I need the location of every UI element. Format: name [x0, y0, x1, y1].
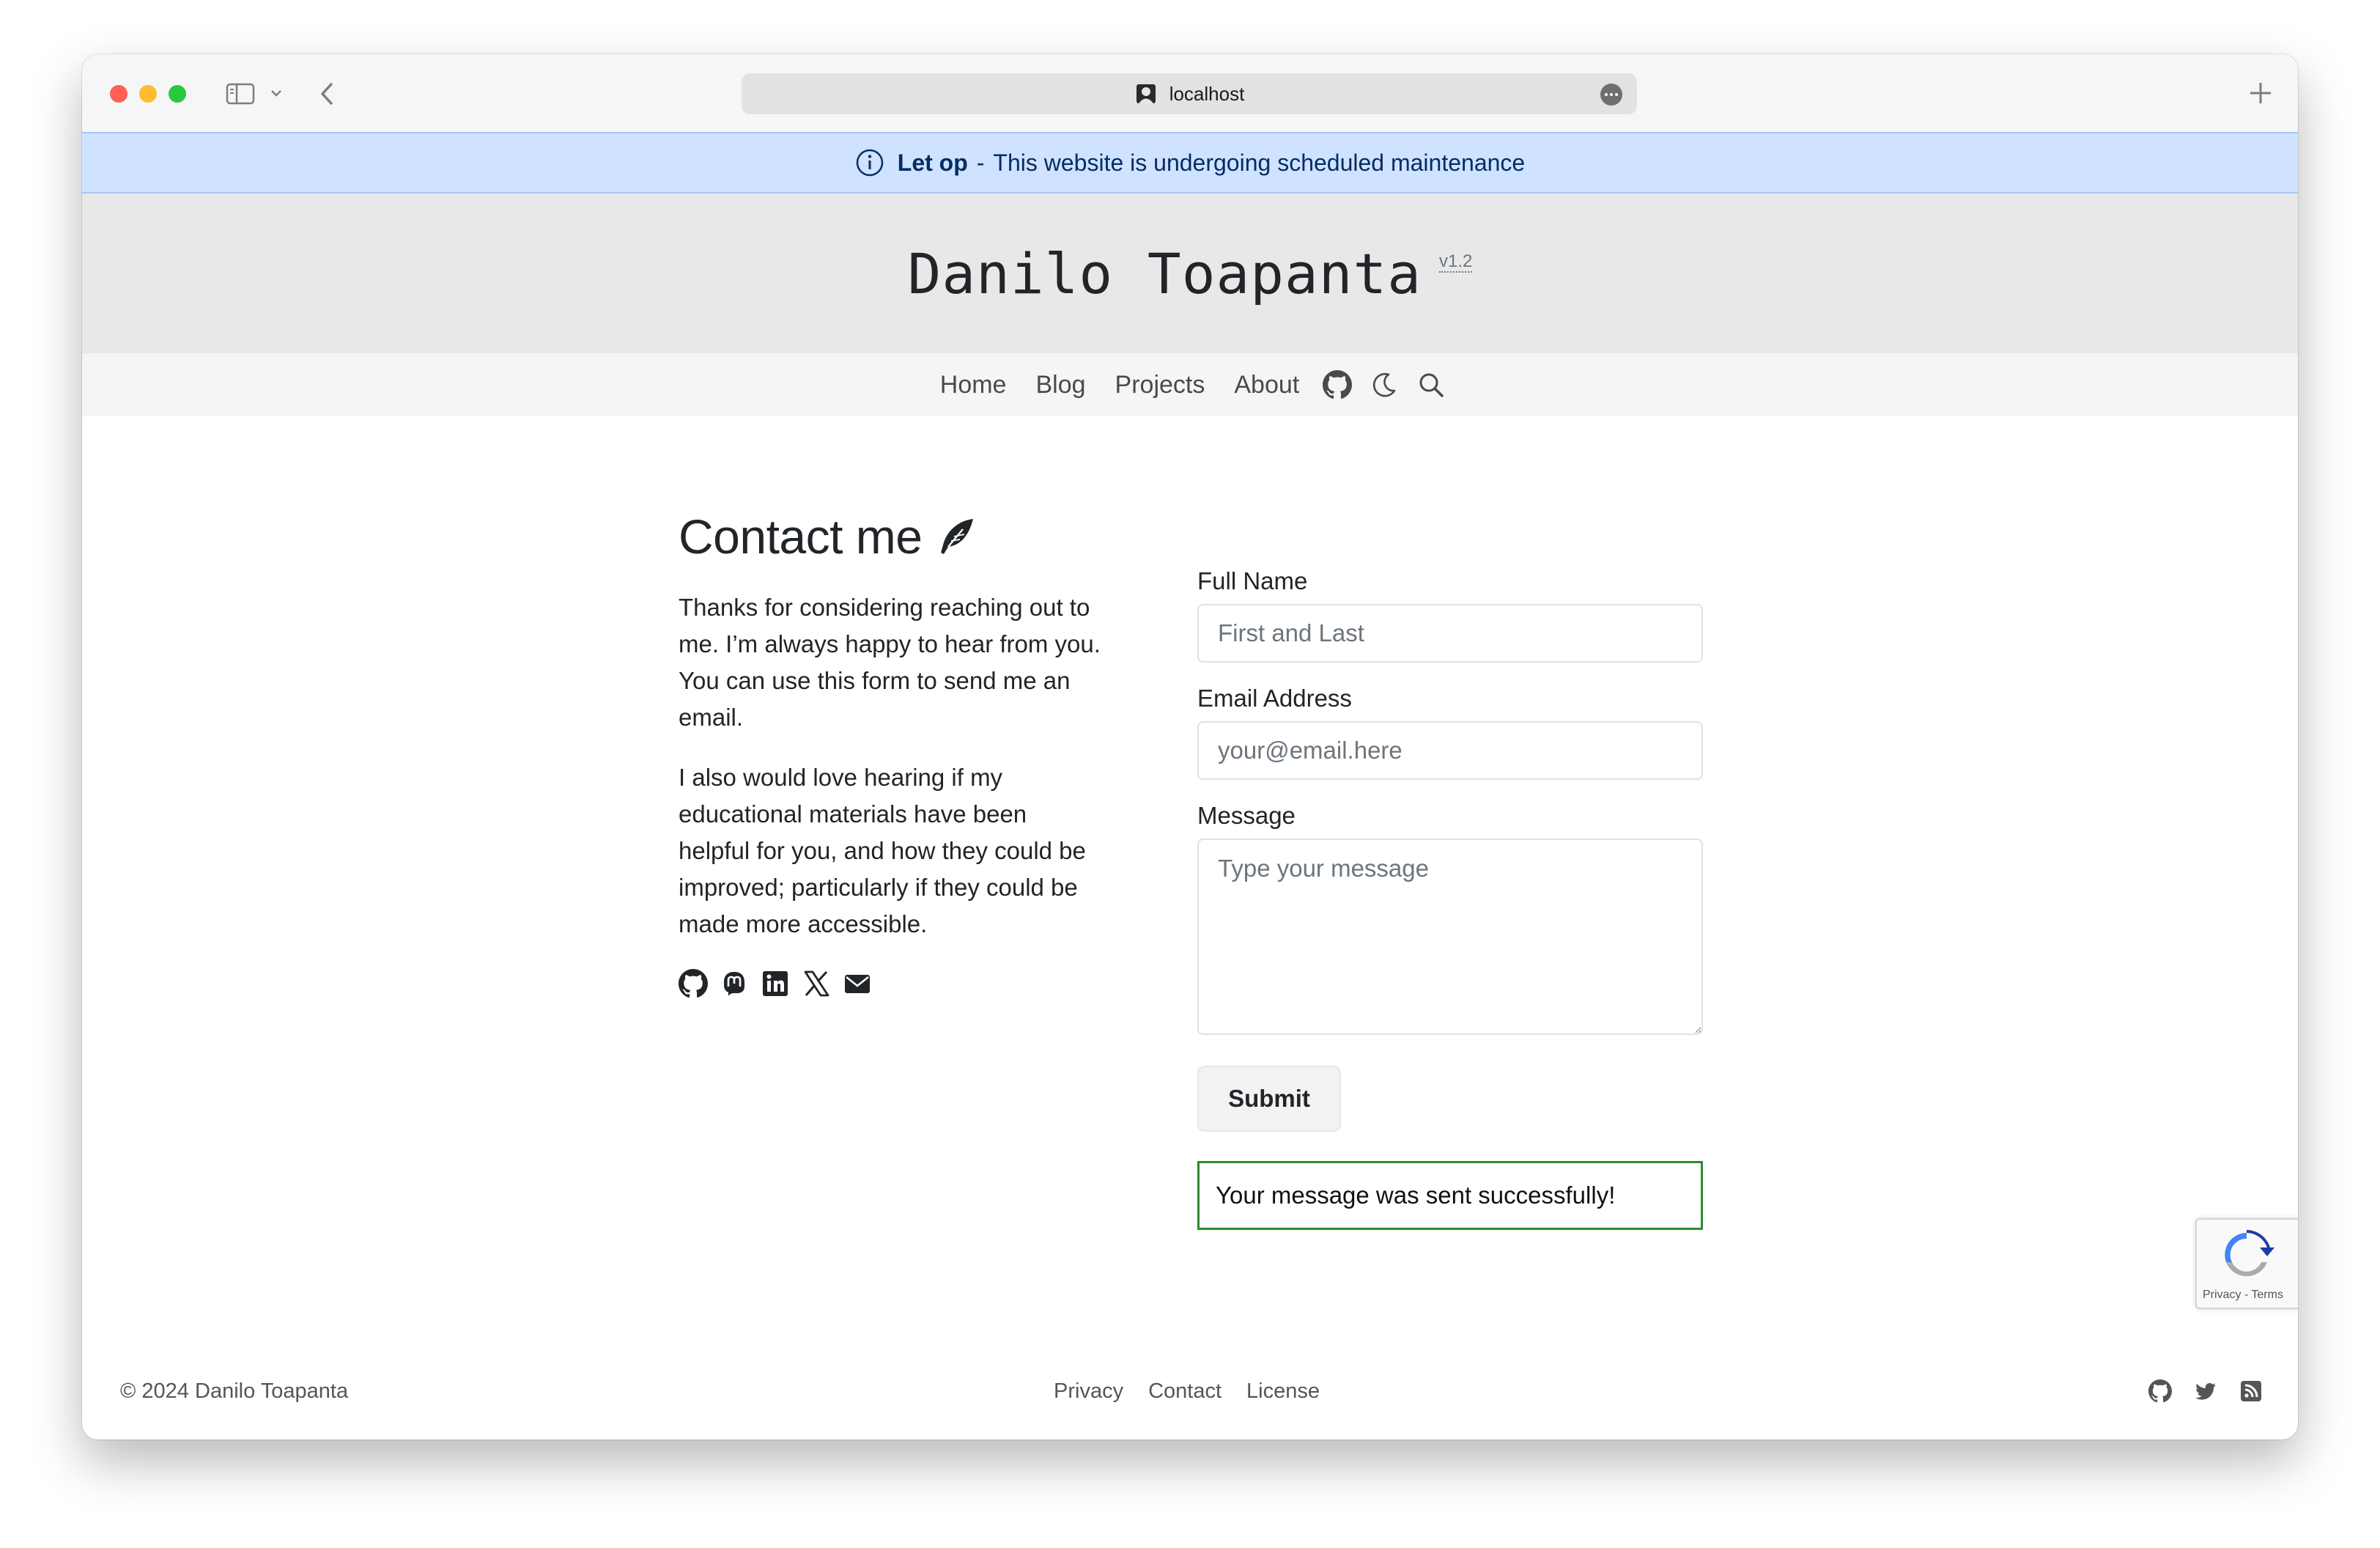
footer-link-contact[interactable]: Contact — [1148, 1379, 1222, 1404]
footer-links: Privacy Contact License — [1054, 1379, 1345, 1404]
twitter-icon[interactable] — [2194, 1379, 2217, 1403]
ellipsis-icon[interactable] — [1600, 84, 1622, 106]
banner-separator: - — [976, 149, 985, 176]
social-links — [679, 969, 1104, 998]
browser-window: localhost Let op - This website is under… — [82, 54, 2298, 1440]
message-label: Message — [1197, 802, 1296, 829]
intro-paragraph-1: Thanks for considering reaching out to m… — [679, 594, 1101, 731]
browser-toolbar: localhost — [82, 54, 2298, 132]
moon-icon[interactable] — [1370, 370, 1399, 399]
search-icon[interactable] — [1416, 370, 1446, 399]
banner-message: This website is undergoing scheduled mai… — [993, 149, 1526, 176]
linkedin-icon[interactable] — [761, 969, 790, 998]
site-title[interactable]: Danilo Toapanta — [908, 241, 1422, 306]
plus-icon[interactable] — [2247, 79, 2274, 107]
site-footer: © 2024 Danilo Toapanta Privacy Contact L… — [82, 1379, 2298, 1423]
recaptcha-badge[interactable]: Privacy - Terms — [2195, 1218, 2298, 1309]
envelope-icon[interactable] — [843, 969, 872, 998]
success-alert: Your message was sent successfully! — [1197, 1161, 1703, 1230]
nav-link-about[interactable]: About — [1234, 371, 1299, 399]
footer-link-privacy[interactable]: Privacy — [1054, 1379, 1123, 1404]
email-input[interactable] — [1197, 721, 1703, 780]
info-circle-icon — [856, 149, 884, 177]
github-icon[interactable] — [1323, 370, 1353, 399]
mastodon-icon[interactable] — [720, 969, 749, 998]
banner-title: Let op — [897, 149, 968, 176]
recaptcha-links[interactable]: Privacy - Terms — [2203, 1289, 2283, 1302]
nav-link-home[interactable]: Home — [940, 371, 1007, 399]
page-title: Contact me — [679, 509, 1104, 564]
x-icon[interactable] — [802, 969, 831, 998]
page-title-text: Contact me — [679, 509, 923, 564]
site-header: Danilo Toapanta v1.2 — [82, 194, 2298, 353]
close-window-button[interactable] — [110, 85, 128, 103]
footer-social-icons — [2126, 1379, 2263, 1403]
nav-link-blog[interactable]: Blog — [1035, 371, 1085, 399]
copyright-text: © 2024 Danilo Toapanta — [120, 1379, 349, 1403]
contact-intro: Contact me Thanks for considering reachi… — [679, 509, 1104, 998]
github-icon[interactable] — [2148, 1379, 2172, 1403]
zoom-window-button[interactable] — [169, 85, 186, 103]
footer-link-license[interactable]: License — [1246, 1379, 1320, 1404]
rss-icon[interactable] — [2239, 1379, 2263, 1403]
submit-button[interactable]: Submit — [1197, 1066, 1341, 1132]
full-name-label: Full Name — [1197, 567, 1308, 594]
sidebar-icon[interactable] — [226, 82, 255, 106]
chevron-down-icon[interactable] — [270, 88, 283, 98]
chevron-left-icon[interactable] — [315, 81, 340, 107]
nav-link-projects[interactable]: Projects — [1115, 371, 1205, 399]
github-icon[interactable] — [679, 969, 708, 998]
site-favicon-icon — [1136, 84, 1156, 103]
maintenance-banner: Let op - This website is undergoing sche… — [82, 132, 2298, 194]
url-text: localhost — [1169, 82, 1245, 105]
contact-form: Full Name Email Address Message Submit Y… — [1197, 567, 1703, 1230]
recaptcha-icon — [2225, 1230, 2274, 1277]
message-textarea[interactable] — [1197, 838, 1703, 1035]
feather-icon — [941, 519, 974, 554]
full-name-input[interactable] — [1197, 604, 1703, 663]
minimize-window-button[interactable] — [139, 85, 157, 103]
main-nav: Home Blog Projects About — [82, 353, 2298, 416]
intro-paragraph-2: I also would love hearing if my educatio… — [679, 764, 1086, 937]
address-bar[interactable]: localhost — [742, 73, 1637, 114]
version-badge: v1.2 — [1438, 251, 1473, 273]
email-label: Email Address — [1197, 685, 1352, 712]
